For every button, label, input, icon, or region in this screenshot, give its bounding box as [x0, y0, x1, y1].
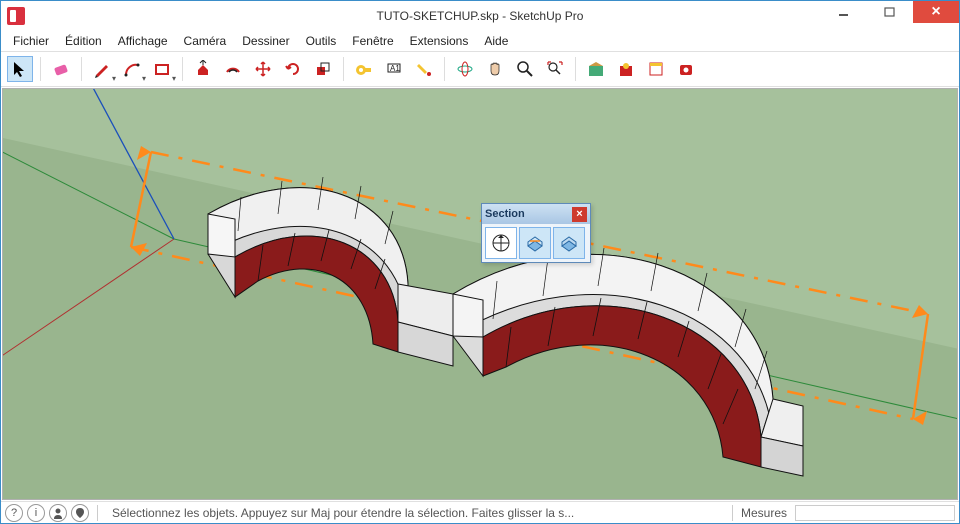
menu-dessiner[interactable]: Dessiner: [234, 32, 297, 50]
rotate-icon: [284, 60, 302, 78]
toolbar-sep: [182, 57, 183, 81]
help-icon[interactable]: ?: [5, 504, 23, 522]
extension-manager-tool[interactable]: [673, 56, 699, 82]
section-plane-tool[interactable]: [485, 227, 517, 259]
section-palette-close[interactable]: ×: [572, 207, 587, 222]
menu-edition[interactable]: Édition: [57, 32, 110, 50]
status-sep: [732, 505, 733, 521]
close-button[interactable]: ×: [913, 1, 959, 23]
geolocation-icon[interactable]: [71, 504, 89, 522]
status-sep: [97, 505, 98, 521]
hand-icon: [486, 60, 504, 78]
toolbar-sep: [343, 57, 344, 81]
status-hint: Sélectionnez les objets. Appuyez sur Maj…: [112, 506, 724, 520]
menu-affichage[interactable]: Affichage: [110, 32, 176, 50]
menu-fichier[interactable]: Fichier: [5, 32, 57, 50]
extension-icon: [677, 60, 695, 78]
tape-tool[interactable]: [351, 56, 377, 82]
paint-tool[interactable]: [411, 56, 437, 82]
orbit-tool[interactable]: [452, 56, 478, 82]
text-icon: A1: [385, 60, 403, 78]
measures-input[interactable]: [795, 505, 955, 521]
window-controls: ×: [821, 1, 959, 23]
cursor-icon: [11, 60, 29, 78]
scale-icon: [314, 60, 332, 78]
menu-outils[interactable]: Outils: [298, 32, 345, 50]
toolbar: A1: [1, 51, 959, 87]
zoom-icon: [516, 60, 534, 78]
text-tool[interactable]: A1: [381, 56, 407, 82]
offset-tool[interactable]: [220, 56, 246, 82]
zoom-extents-tool[interactable]: [542, 56, 568, 82]
section-palette[interactable]: Section ×: [481, 203, 591, 263]
pin-icon: [74, 507, 86, 519]
close-icon: ×: [931, 3, 940, 21]
menu-aide[interactable]: Aide: [476, 32, 516, 50]
menu-camera[interactable]: Caméra: [176, 32, 235, 50]
tape-icon: [355, 60, 373, 78]
maximize-button[interactable]: [867, 1, 913, 23]
toolbar-sep: [444, 57, 445, 81]
info-icon[interactable]: i: [27, 504, 45, 522]
warehouse-icon: [587, 60, 605, 78]
statusbar: ? i Sélectionnez les objets. Appuyez sur…: [1, 501, 959, 523]
viewport[interactable]: Section ×: [2, 88, 958, 500]
svg-text:A1: A1: [390, 64, 400, 73]
arc-tool[interactable]: [119, 56, 145, 82]
menu-fenetre[interactable]: Fenêtre: [344, 32, 401, 50]
offset-icon: [224, 60, 242, 78]
toolbar-sep: [575, 57, 576, 81]
close-icon: ×: [576, 209, 582, 220]
rotate-tool[interactable]: [280, 56, 306, 82]
section-plane-icon: [490, 232, 512, 254]
pushpull-icon: [194, 60, 212, 78]
pencil-icon: [93, 60, 111, 78]
layout-icon: [647, 60, 665, 78]
scale-tool[interactable]: [310, 56, 336, 82]
line-tool[interactable]: [89, 56, 115, 82]
pushpull-tool[interactable]: [190, 56, 216, 82]
model-canvas: [3, 89, 958, 500]
person-icon: [52, 507, 64, 519]
section-palette-body: [482, 224, 590, 262]
arc-icon: [123, 60, 141, 78]
rectangle-icon: [153, 60, 171, 78]
eraser-tool[interactable]: [48, 56, 74, 82]
shape-tool[interactable]: [149, 56, 175, 82]
gear-building-icon: [617, 60, 635, 78]
select-tool[interactable]: [7, 56, 33, 82]
maximize-icon: [884, 6, 896, 18]
minimize-icon: [838, 6, 850, 18]
section-display-icon: [524, 232, 546, 254]
window-title: TUTO-SKETCHUP.skp - SketchUp Pro: [1, 9, 959, 23]
extension-warehouse-tool[interactable]: [613, 56, 639, 82]
user-icon[interactable]: [49, 504, 67, 522]
titlebar: TUTO-SKETCHUP.skp - SketchUp Pro ×: [1, 1, 959, 31]
warehouse-tool[interactable]: [583, 56, 609, 82]
toolbar-sep: [81, 57, 82, 81]
section-cut-tool[interactable]: [553, 227, 585, 259]
move-icon: [254, 60, 272, 78]
eraser-icon: [52, 60, 70, 78]
layout-tool[interactable]: [643, 56, 669, 82]
section-palette-title[interactable]: Section ×: [482, 204, 590, 224]
zoom-extents-icon: [546, 60, 564, 78]
move-tool[interactable]: [250, 56, 276, 82]
toolbar-sep: [40, 57, 41, 81]
section-display-tool[interactable]: [519, 227, 551, 259]
zoom-tool[interactable]: [512, 56, 538, 82]
paint-icon: [415, 60, 433, 78]
measures-label: Mesures: [741, 506, 787, 520]
section-palette-label: Section: [485, 208, 525, 220]
menu-extensions[interactable]: Extensions: [402, 32, 477, 50]
minimize-button[interactable]: [821, 1, 867, 23]
menubar: Fichier Édition Affichage Caméra Dessine…: [1, 31, 959, 51]
pan-tool[interactable]: [482, 56, 508, 82]
app-icon: [7, 7, 25, 25]
section-cut-icon: [558, 232, 580, 254]
orbit-icon: [456, 60, 474, 78]
